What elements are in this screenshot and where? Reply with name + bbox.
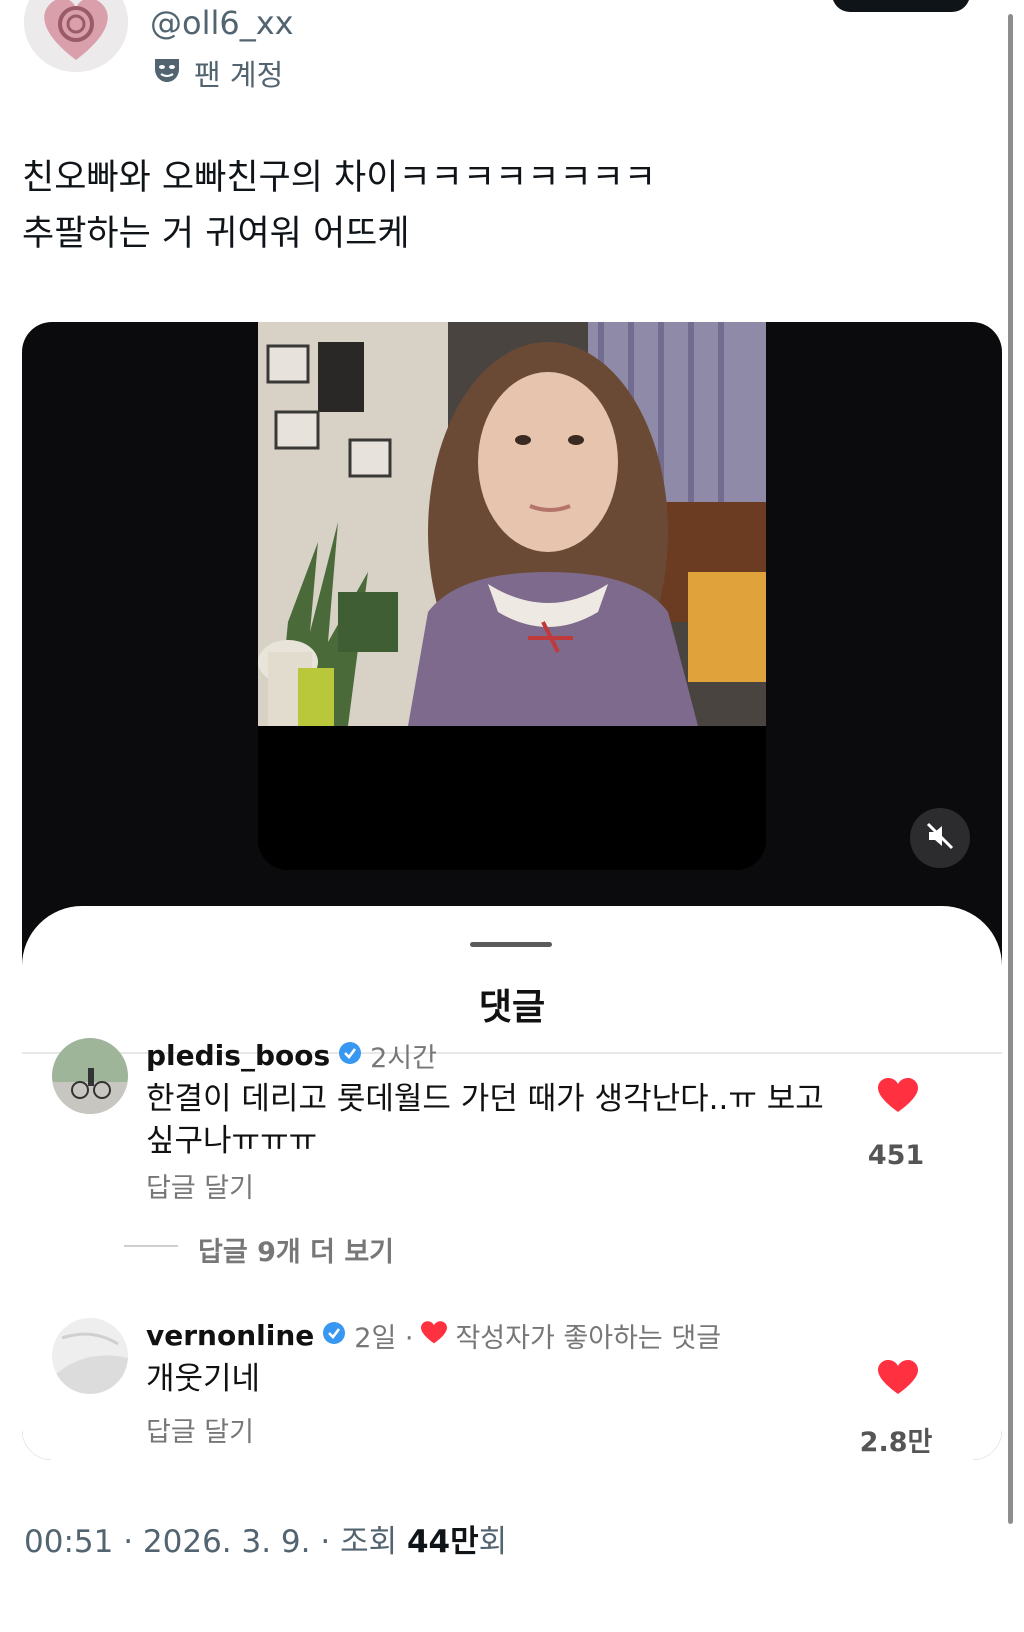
comment-text-line: 한결이 데리고 롯데월드 가던 때가 생각난다..ㅠ 보고 bbox=[146, 1081, 824, 1117]
view-suffix: 회 bbox=[478, 1524, 508, 1560]
verified-badge-icon bbox=[338, 1039, 362, 1072]
post-meta: 00:51 · 2026. 3. 9. · 조회 44만회 bbox=[24, 1516, 507, 1561]
mute-button[interactable] bbox=[910, 808, 970, 868]
comment-text: 한결이 데리고 롯데월드 가던 때가 생각난다..ㅠ 보고 싶구나ㅠㅠㅠ bbox=[146, 1078, 824, 1162]
post-text: 친오빠와 오빠친구의 차이ㅋㅋㅋㅋㅋㅋㅋㅋ 추팔하는 거 귀여워 어뜨케 bbox=[22, 150, 656, 262]
fan-account-label: 팬 계정 bbox=[194, 58, 284, 92]
follow-button[interactable] bbox=[832, 0, 970, 12]
username[interactable]: @oll6_xx bbox=[150, 4, 294, 42]
author-liked-heart-icon bbox=[421, 1319, 448, 1352]
reply-button[interactable]: 답글 달기 bbox=[146, 1410, 254, 1449]
comment-text: 개웃기네 bbox=[146, 1361, 261, 1397]
like-count: 2.8만 bbox=[859, 1427, 933, 1458]
scrollbar[interactable] bbox=[1008, 14, 1013, 1524]
profile-avatar[interactable] bbox=[24, 0, 128, 72]
like-count: 451 bbox=[867, 1140, 925, 1171]
heart-icon[interactable] bbox=[878, 1360, 918, 1400]
speaker-muted-icon bbox=[925, 821, 955, 855]
comment-avatar[interactable] bbox=[52, 1038, 128, 1114]
video-thumbnail bbox=[258, 322, 766, 870]
verified-badge-icon bbox=[322, 1319, 346, 1352]
comment-avatar[interactable] bbox=[52, 1318, 128, 1394]
post-timestamp[interactable]: 00:51 · 2026. 3. 9. · 조회 bbox=[24, 1524, 407, 1560]
replies-line bbox=[124, 1245, 178, 1247]
fan-account-badge: 팬 계정 bbox=[152, 52, 283, 94]
view-count: 44만 bbox=[406, 1524, 479, 1560]
comment-username[interactable]: vernonline bbox=[146, 1319, 314, 1352]
comment-text-line: 싶구나ㅠㅠㅠ bbox=[146, 1123, 318, 1159]
comment-time: 2일 · bbox=[354, 1323, 414, 1354]
video-media[interactable]: 댓글 bbox=[22, 322, 1002, 1460]
author-liked-label: 작성자가 좋아하는 댓글 bbox=[455, 1323, 722, 1354]
comment-header: vernonline 2일 · 작성자가 좋아하는 댓글 bbox=[146, 1316, 721, 1355]
post-text-line: 추팔하는 거 귀여워 어뜨케 bbox=[22, 214, 410, 254]
post-text-line: 친오빠와 오빠친구의 차이ㅋㅋㅋㅋㅋㅋㅋㅋ bbox=[22, 158, 657, 198]
comment-time: 2시간 bbox=[370, 1043, 437, 1074]
reply-button[interactable]: 답글 달기 bbox=[146, 1166, 254, 1205]
sheet-grabber[interactable] bbox=[470, 942, 552, 947]
view-more-replies[interactable]: 답글 9개 더 보기 bbox=[198, 1230, 394, 1269]
comment-header: pledis_boos 2시간 bbox=[146, 1036, 437, 1075]
video-frame[interactable] bbox=[258, 322, 766, 870]
heart-icon[interactable] bbox=[878, 1078, 918, 1118]
mask-icon bbox=[152, 55, 182, 92]
sheet-title: 댓글 bbox=[478, 987, 546, 1028]
comment-username[interactable]: pledis_boos bbox=[146, 1039, 330, 1072]
